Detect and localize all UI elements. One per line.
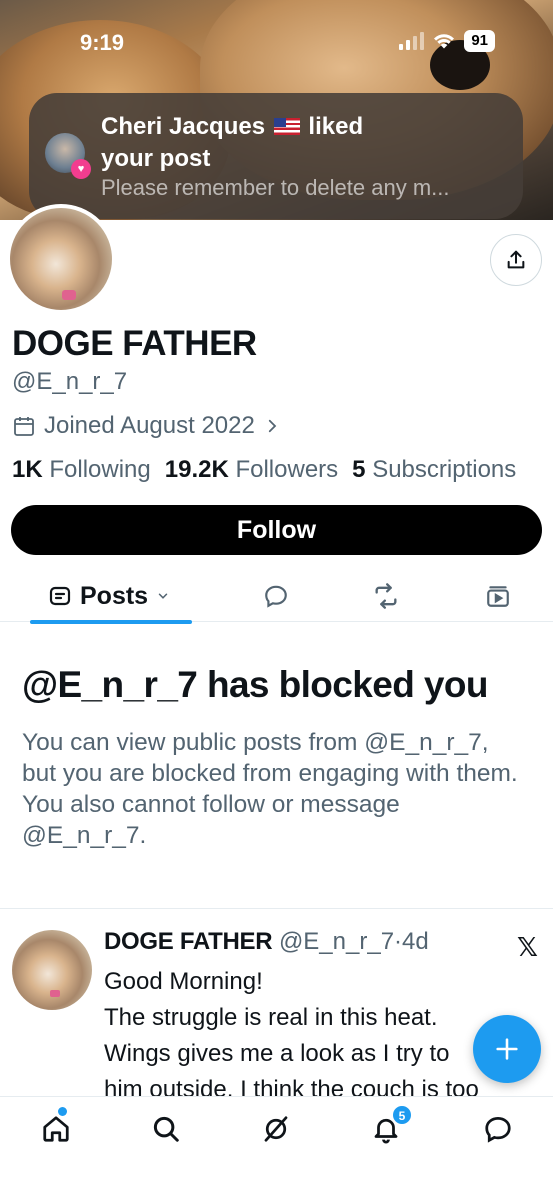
post-age: 4d <box>402 928 429 955</box>
nav-messages[interactable] <box>480 1111 516 1147</box>
notifications-badge: 5 <box>392 1105 412 1125</box>
post-author-name[interactable]: DOGE FATHER <box>104 928 273 955</box>
nav-grok[interactable] <box>258 1111 294 1147</box>
post-clip: DOGE FATHER @E_n_r_7·4d 𝕏 Good Morning! … <box>0 0 553 1096</box>
home-icon <box>43 1116 69 1142</box>
post-avatar[interactable] <box>12 930 92 1010</box>
post-header: DOGE FATHER @E_n_r_7·4d <box>104 928 429 956</box>
post-line: him outside. I think the couch is too <box>104 1076 479 1096</box>
post-author-handle[interactable]: @E_n_r_7 <box>279 928 394 955</box>
search-icon <box>153 1116 179 1142</box>
post-separator: · <box>394 928 403 955</box>
bottom-navigation: 5 <box>0 1096 553 1200</box>
plus-icon <box>496 1038 518 1060</box>
nav-home[interactable] <box>38 1111 74 1147</box>
nav-search[interactable] <box>148 1111 184 1147</box>
post-line: The struggle is real in this heat. <box>104 1004 438 1031</box>
home-unread-dot <box>58 1107 67 1116</box>
avatar-toy <box>50 990 60 997</box>
post-text[interactable]: Good Morning! The struggle is real in th… <box>104 964 534 1096</box>
x-logo-icon: 𝕏 <box>517 932 538 962</box>
message-icon <box>485 1116 511 1143</box>
post-line: Wings gives me a look as I try to <box>104 1040 450 1067</box>
grok-icon <box>264 1116 288 1142</box>
post-line: Good Morning! <box>104 968 263 995</box>
compose-button[interactable] <box>473 1015 541 1083</box>
